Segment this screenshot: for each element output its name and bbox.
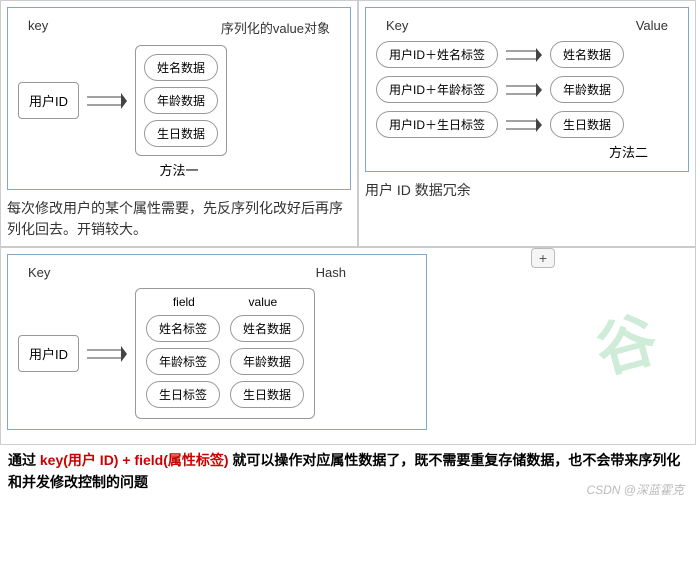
method1-key-header: key — [28, 18, 48, 37]
method1-key-label: 用户ID — [18, 82, 79, 119]
method2-value-header: Value — [636, 18, 668, 33]
method1-label: 方法一 — [18, 160, 340, 179]
arrow-right-icon — [506, 48, 542, 62]
value-pill: 生日数据 — [550, 111, 624, 138]
field-pill: 年龄标签 — [146, 348, 220, 375]
method2-diagram: Key Value 用户ID＋姓名标签 姓名数据 用户ID＋年龄标签 年龄数据 … — [365, 7, 689, 172]
value-pill: 生日数据 — [144, 120, 218, 147]
method3-key-header: Key — [28, 265, 50, 280]
method2-label: 方法二 — [376, 142, 678, 161]
method2-cell: Key Value 用户ID＋姓名标签 姓名数据 用户ID＋年龄标签 年龄数据 … — [358, 0, 696, 247]
arrow-right-icon — [87, 93, 127, 109]
method3-diagram: Key Hash 用户ID field value 姓名标签 姓名数 — [7, 254, 427, 430]
summary-p1: 通过 — [8, 452, 40, 468]
method3-hash-container: field value 姓名标签 姓名数据 年龄标签 年龄数据 — [135, 288, 315, 419]
value-pill: 年龄数据 — [230, 348, 304, 375]
field-pill: 姓名标签 — [146, 315, 220, 342]
field-pill: 生日标签 — [146, 381, 220, 408]
arrow-right-icon — [506, 118, 542, 132]
method3-value-header: Hash — [316, 265, 346, 280]
arrow-right-icon — [506, 83, 542, 97]
value-pill: 生日数据 — [230, 381, 304, 408]
value-pill: 年龄数据 — [144, 87, 218, 114]
watermark-green: 谷 — [585, 291, 665, 391]
method3-key-label: 用户ID — [18, 335, 79, 372]
key-pill: 用户ID＋姓名标签 — [376, 41, 498, 68]
key-pill: 用户ID＋年龄标签 — [376, 76, 498, 103]
method2-caption: 用户 ID 数据冗余 — [365, 180, 689, 201]
value-pill: 姓名数据 — [144, 54, 218, 81]
method3-cell: + 谷 Key Hash 用户ID field value — [0, 247, 696, 445]
method1-cell: key 序列化的value对象 用户ID 姓名数据 年龄数据 生日数据 方法一 … — [0, 0, 358, 247]
value-pill: 姓名数据 — [230, 315, 304, 342]
field-header: field — [173, 295, 195, 309]
method1-value-container: 姓名数据 年龄数据 生日数据 — [135, 45, 227, 156]
method2-key-header: Key — [386, 18, 408, 33]
hash-row: 生日标签 生日数据 — [146, 381, 304, 408]
hash-row: 姓名标签 姓名数据 — [146, 315, 304, 342]
value-pill: 姓名数据 — [550, 41, 624, 68]
value-pill: 年龄数据 — [550, 76, 624, 103]
kv-row: 用户ID＋年龄标签 年龄数据 — [376, 76, 678, 103]
csdn-watermark: CSDN @深蓝霍克 — [586, 481, 684, 498]
key-pill: 用户ID＋生日标签 — [376, 111, 498, 138]
hash-row: 年龄标签 年龄数据 — [146, 348, 304, 375]
method1-diagram: key 序列化的value对象 用户ID 姓名数据 年龄数据 生日数据 方法一 — [7, 7, 351, 190]
add-button[interactable]: + — [531, 248, 555, 268]
method1-caption: 每次修改用户的某个属性需要，先反序列化改好后再序列化回去。开销较大。 — [7, 198, 351, 240]
summary-red: key(用户 ID) + field(属性标签) — [40, 452, 233, 468]
method1-value-header: 序列化的value对象 — [221, 18, 330, 37]
value-col-header: value — [249, 295, 278, 309]
arrow-right-icon — [87, 346, 127, 362]
kv-row: 用户ID＋生日标签 生日数据 — [376, 111, 678, 138]
kv-row: 用户ID＋姓名标签 姓名数据 — [376, 41, 678, 68]
